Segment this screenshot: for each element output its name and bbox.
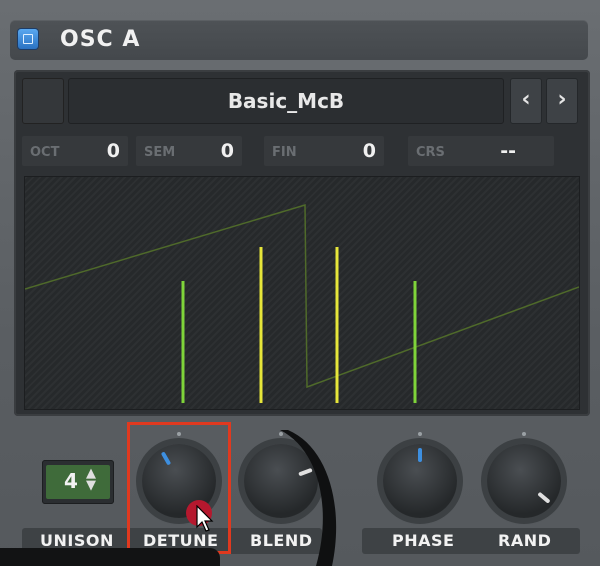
osc-header: OSC A	[10, 20, 588, 60]
oct-label: OCT	[30, 145, 60, 160]
rand-knob[interactable]	[487, 444, 561, 518]
unison-spinner[interactable]: 4 ▲ ▼	[42, 460, 114, 504]
osc-title: OSC A	[60, 27, 141, 52]
rand-label: RAND	[498, 531, 552, 550]
fin-label: FIN	[272, 145, 297, 160]
up-down-arrows-icon[interactable]: ▲ ▼	[86, 467, 96, 492]
wavetable-name: Basic_McB	[227, 89, 345, 113]
osc-power-toggle-icon[interactable]	[18, 29, 38, 49]
overlay-swoosh	[280, 430, 337, 566]
waveform-display	[24, 176, 580, 410]
knob-center-tick	[522, 432, 526, 436]
crs-control[interactable]: CRS --	[408, 136, 554, 166]
saw-wave-line	[25, 203, 579, 389]
phase-knob[interactable]	[383, 444, 457, 518]
chevron-left-icon: ‹	[521, 87, 531, 112]
fin-control[interactable]: FIN 0	[264, 136, 384, 166]
wavetable-section: Basic_McB ‹ › OCT 0 SEM 0 FIN 0 CRS --	[14, 70, 590, 416]
mouse-cursor-icon	[196, 505, 214, 532]
crs-label: CRS	[416, 145, 445, 160]
crs-value: --	[500, 140, 516, 162]
chevron-right-icon: ›	[557, 87, 567, 112]
sem-label: SEM	[144, 145, 176, 160]
fin-value: 0	[362, 140, 376, 162]
phase-label: PHASE	[392, 531, 455, 550]
phase-indicator	[418, 448, 422, 462]
sem-control[interactable]: SEM 0	[136, 136, 242, 166]
sem-value: 0	[220, 140, 234, 162]
rand-indicator	[537, 491, 551, 504]
knob-center-tick	[418, 432, 422, 436]
oscillator-panel: OSC A Basic_McB ‹ › OCT 0 SEM 0 FIN 0 CR…	[0, 0, 600, 566]
oct-value: 0	[106, 140, 120, 162]
unison-value: 4	[64, 469, 78, 493]
waveform-graphic	[25, 203, 579, 403]
detune-highlight-box	[127, 422, 231, 554]
wavetable-menu-button[interactable]	[22, 78, 64, 124]
wavetable-name-box[interactable]: Basic_McB	[68, 78, 504, 124]
next-wavetable-button[interactable]: ›	[546, 78, 578, 124]
overlay-shadow	[0, 548, 220, 566]
prev-wavetable-button[interactable]: ‹	[510, 78, 542, 124]
oct-control[interactable]: OCT 0	[22, 136, 128, 166]
